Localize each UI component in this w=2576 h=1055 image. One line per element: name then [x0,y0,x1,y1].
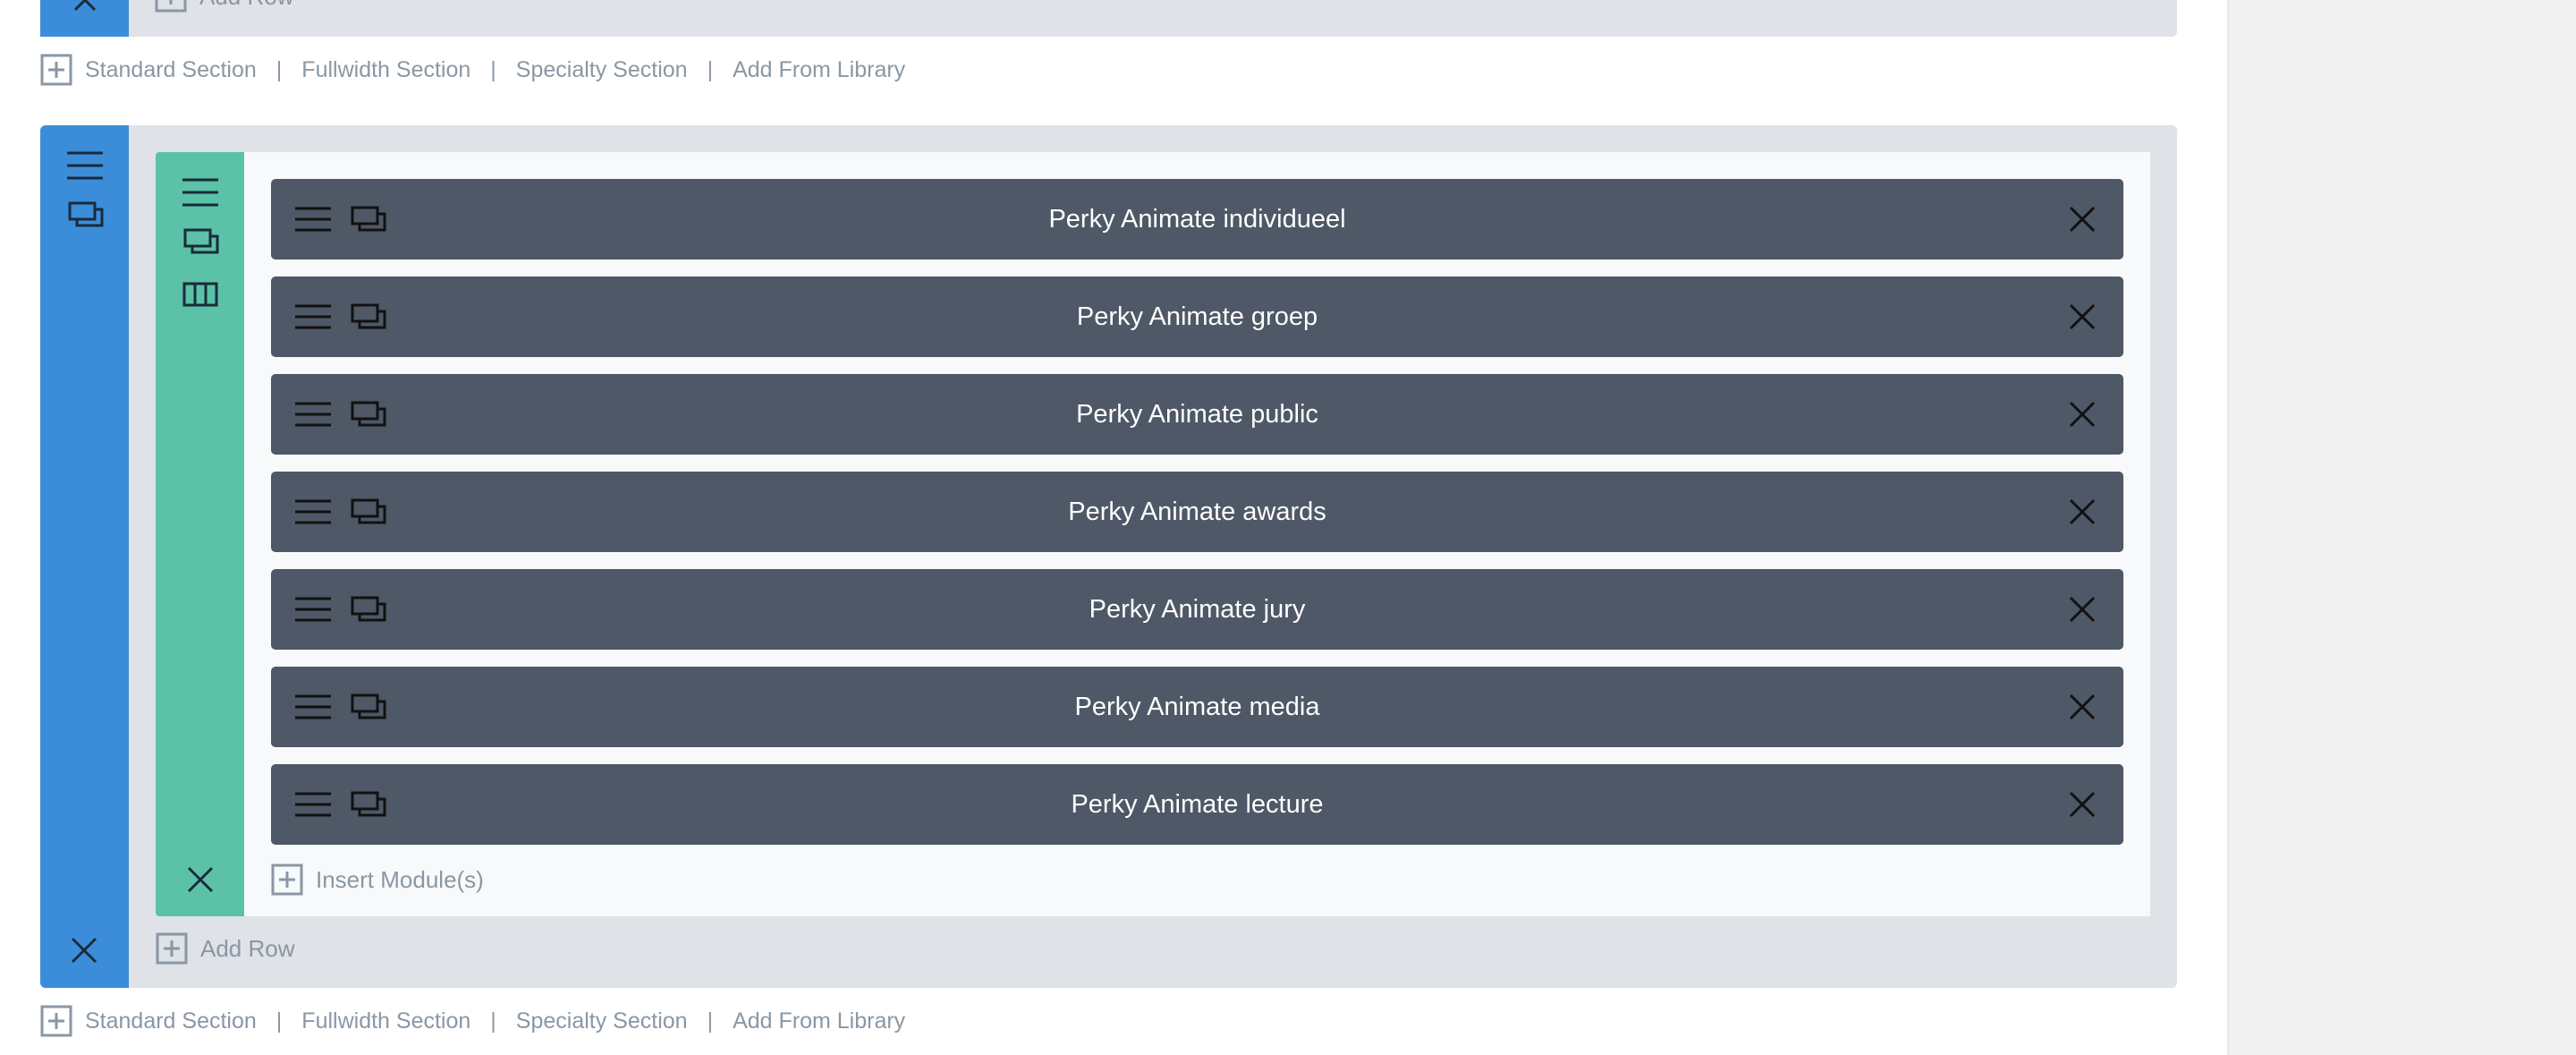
add-row-button[interactable]: Add Row [155,0,294,13]
standard-section-link[interactable]: Standard Section [85,57,257,83]
row: Perky Animate individueel Perky Animate g… [156,152,2150,916]
plus-square-icon [40,1005,72,1037]
duplicate-icon[interactable] [183,228,219,255]
builder-canvas: Add Row Standard Section | Fullwidth Sec… [0,0,2227,1055]
section-links-bar: Standard Section | Fullwidth Section | S… [40,1003,905,1039]
columns-icon[interactable] [182,282,218,307]
plus-square-icon [156,932,188,965]
module-title: Perky Animate jury [1089,594,1306,624]
fullwidth-section-link[interactable]: Fullwidth Section [301,57,470,83]
hamburger-icon[interactable] [182,177,218,208]
plus-square-icon [40,54,72,86]
hamburger-icon[interactable] [67,150,103,181]
module-bar[interactable]: Perky Animate public [271,374,2123,455]
section: Perky Animate individueel Perky Animate g… [40,125,2177,988]
close-icon[interactable] [2068,472,2097,552]
link-separator: | [275,56,283,82]
link-separator: | [275,1008,283,1034]
specialty-section-link[interactable]: Specialty Section [516,1008,688,1034]
insert-module-button[interactable]: Insert Module(s) [271,864,484,896]
module-bar[interactable]: Perky Animate media [271,667,2123,747]
close-icon[interactable] [2068,374,2097,455]
standard-section-link[interactable]: Standard Section [85,1008,257,1034]
link-separator: | [490,1008,496,1034]
section-links-bar: Standard Section | Fullwidth Section | S… [40,52,905,88]
close-icon[interactable] [2068,569,2097,650]
right-gutter [2227,0,2576,1055]
close-icon[interactable] [70,936,98,965]
module-title: Perky Animate groep [1076,302,1318,331]
previous-section-rail [40,0,129,37]
add-from-library-link[interactable]: Add From Library [733,1008,905,1034]
plus-square-icon [271,864,303,896]
module-bar[interactable]: Perky Animate lecture [271,764,2123,845]
module-title: Perky Animate awards [1068,497,1326,526]
link-separator: | [707,1008,714,1034]
module-title: Perky Animate individueel [1048,204,1346,234]
duplicate-icon[interactable] [68,201,104,228]
module-bar[interactable]: Perky Animate groep [271,277,2123,357]
previous-section: Add Row [40,0,2177,37]
module-bar[interactable]: Perky Animate jury [271,569,2123,650]
add-from-library-link[interactable]: Add From Library [733,57,905,83]
close-icon[interactable] [2068,764,2097,845]
module-title: Perky Animate public [1076,399,1318,429]
insert-module-label: Insert Module(s) [316,865,484,893]
plus-square-icon [155,0,187,13]
close-icon[interactable] [2068,277,2097,357]
fullwidth-section-link[interactable]: Fullwidth Section [301,1008,470,1034]
link-separator: | [707,56,714,82]
module-bar[interactable]: Perky Animate awards [271,472,2123,552]
module-title: Perky Animate media [1074,692,1320,721]
close-icon[interactable] [186,865,215,894]
close-icon[interactable] [72,0,97,13]
module-title: Perky Animate lecture [1071,789,1324,819]
module-bar[interactable]: Perky Animate individueel [271,179,2123,259]
section-rail [40,125,129,988]
close-icon[interactable] [2068,179,2097,259]
add-row-label: Add Row [199,0,294,11]
specialty-section-link[interactable]: Specialty Section [516,57,688,83]
column: Perky Animate individueel Perky Animate g… [244,152,2150,916]
link-separator: | [490,56,496,82]
add-row-button[interactable]: Add Row [156,932,295,965]
add-row-label: Add Row [200,934,295,962]
close-icon[interactable] [2068,667,2097,747]
row-rail [156,152,244,916]
